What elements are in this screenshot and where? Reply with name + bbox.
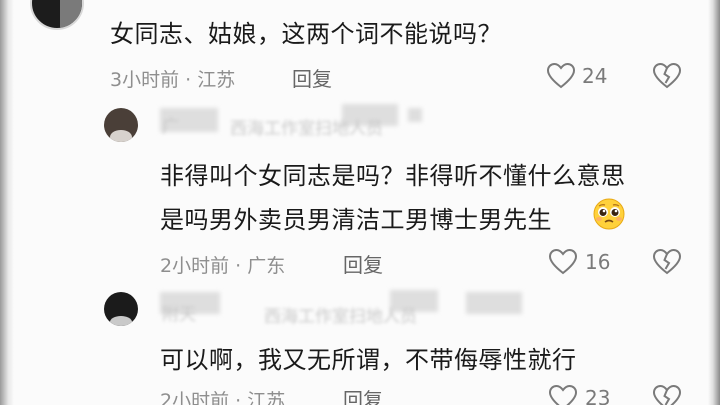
like-count: 23 <box>585 386 611 405</box>
avatar[interactable] <box>30 0 84 30</box>
reply-meta: 2小时前 · 江苏 <box>160 390 286 405</box>
broken-heart-icon[interactable] <box>652 248 682 276</box>
reply-button[interactable]: 回复 <box>343 384 383 405</box>
reply-author-name[interactable]: 附天 <box>162 300 196 325</box>
heart-outline-icon[interactable] <box>546 62 576 90</box>
reply-button[interactable]: 回复 <box>343 249 383 278</box>
pleading-face-emoji <box>593 198 625 230</box>
heart-outline-icon[interactable] <box>548 384 578 405</box>
heart-outline-icon[interactable] <box>548 248 578 276</box>
redacted-name-block <box>466 292 522 314</box>
reply-text-line: 是吗男外卖员男清洁工男博士男先生 <box>160 206 552 234</box>
screen-edge-left <box>0 0 14 405</box>
reply-text: 可以啊，我又无所谓，不带侮辱性就行 <box>160 346 577 374</box>
broken-heart-icon[interactable] <box>652 384 682 405</box>
reply-meta: 2小时前 · 广东 <box>160 255 286 277</box>
like-count: 24 <box>582 64 608 88</box>
screen-edge-right <box>708 0 720 405</box>
broken-heart-icon[interactable] <box>652 62 682 90</box>
reply-author-tag: 西海工作室扫地人员 <box>264 307 417 327</box>
reply-author-name[interactable]: 广 <box>162 112 179 137</box>
comment-thread: 女同志、姑娘，这两个词不能说吗？ 3小时前 · 江苏 回复 24 广 西海工作室… <box>0 0 720 405</box>
comment-text: 女同志、姑娘，这两个词不能说吗？ <box>110 20 502 48</box>
like-count: 16 <box>585 250 611 274</box>
reply-button[interactable]: 回复 <box>292 63 332 92</box>
reply-text-line: 非得叫个女同志是吗？非得听不懂什么意思 <box>160 162 626 190</box>
comment-meta: 3小时前 · 江苏 <box>110 69 236 91</box>
reply-author-tag: 西海工作室扫地人员 <box>230 119 383 139</box>
avatar[interactable] <box>104 108 138 142</box>
avatar[interactable] <box>104 292 138 326</box>
redacted-name-block <box>408 108 422 122</box>
